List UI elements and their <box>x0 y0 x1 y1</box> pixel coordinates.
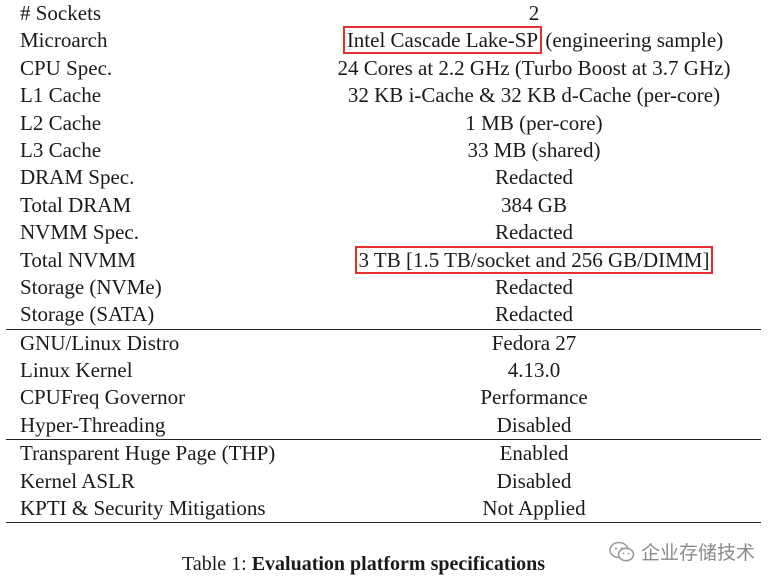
row-value: 3 TB [1.5 TB/socket and 256 GB/DIMM] <box>314 245 754 274</box>
table-row: Hyper-Threading Disabled <box>6 412 761 439</box>
row-label: Microarch <box>20 28 108 53</box>
row-label: L3 Cache <box>20 137 102 162</box>
table-row: Kernel ASLR Disabled <box>6 468 761 495</box>
row-label: L2 Cache <box>20 110 102 135</box>
table-row: Microarch Intel Cascade Lake-SP (enginee… <box>6 26 761 55</box>
row-value: Redacted <box>494 165 574 190</box>
table-row: GNU/Linux Distro Fedora 27 <box>6 330 761 357</box>
row-value: Disabled <box>496 468 572 493</box>
kernel-config-section: Transparent Huge Page (THP) Enabled Kern… <box>6 440 761 524</box>
row-value: 4.13.0 <box>507 358 561 383</box>
table-row: DRAM Spec. Redacted <box>6 164 761 191</box>
table-row: # Sockets 2 <box>6 0 761 27</box>
table-caption: Table 1: Evaluation platform specificati… <box>182 553 545 576</box>
row-value: 33 MB (shared) <box>467 137 601 162</box>
specifications-table: # Sockets 2 Microarch Intel Cascade Lake… <box>6 0 761 524</box>
table-row: L2 Cache 1 MB (per-core) <box>6 110 761 137</box>
row-value: Not Applied <box>482 496 586 521</box>
caption-title: Evaluation platform specifications <box>251 553 546 575</box>
row-label: Linux Kernel <box>20 358 133 383</box>
highlighted-value: 3 TB [1.5 TB/socket and 256 GB/DIMM] <box>354 245 714 274</box>
row-label: # Sockets <box>20 1 102 25</box>
row-value: 384 GB <box>501 192 567 217</box>
os-section: GNU/Linux Distro Fedora 27 Linux Kernel … <box>6 330 761 441</box>
row-value: Performance <box>480 385 588 410</box>
row-label: CPU Spec. <box>20 55 113 80</box>
row-label: Transparent Huge Page (THP) <box>20 441 276 466</box>
row-value: 32 KB i-Cache & 32 KB d-Cache (per-core) <box>347 83 721 108</box>
row-label: Storage (NVMe) <box>20 274 162 299</box>
watermark: 企业存储技术 <box>609 538 755 565</box>
row-label: KPTI & Security Mitigations <box>20 496 266 521</box>
table-row: KPTI & Security Mitigations Not Applied <box>6 495 761 522</box>
row-label: GNU/Linux Distro <box>20 330 180 355</box>
table-row: Storage (SATA) Redacted <box>6 301 761 328</box>
highlighted-value: Intel Cascade Lake-SP <box>342 26 543 55</box>
table-row: L3 Cache 33 MB (shared) <box>6 137 761 164</box>
table-row: Transparent Huge Page (THP) Enabled <box>6 440 761 467</box>
row-label: Storage (SATA) <box>20 302 155 327</box>
row-label: L1 Cache <box>20 83 102 108</box>
caption-prefix: Table 1: <box>182 553 252 575</box>
row-label: Kernel ASLR <box>20 468 135 493</box>
table-row: NVMM Spec. Redacted <box>6 219 761 246</box>
row-label: DRAM Spec. <box>20 165 135 190</box>
row-value: 2 <box>528 1 540 25</box>
table-row: Linux Kernel 4.13.0 <box>6 357 761 384</box>
table-row: CPUFreq Governor Performance <box>6 384 761 411</box>
row-value: Redacted <box>494 220 574 245</box>
row-label: CPUFreq Governor <box>20 385 186 410</box>
row-value: Redacted <box>494 274 574 299</box>
row-label: Total NVMM <box>20 247 136 272</box>
row-label: NVMM Spec. <box>20 220 139 245</box>
row-value: Intel Cascade Lake-SP (engineering sampl… <box>314 26 754 55</box>
row-value: Enabled <box>499 441 569 466</box>
row-value: 24 Cores at 2.2 GHz (Turbo Boost at 3.7 … <box>337 55 731 80</box>
table-row: Total NVMM 3 TB [1.5 TB/socket and 256 G… <box>6 245 761 274</box>
table-row: L1 Cache 32 KB i-Cache & 32 KB d-Cache (… <box>6 82 761 109</box>
watermark-text: 企业存储技术 <box>640 542 755 564</box>
row-label: Hyper-Threading <box>20 412 166 437</box>
wechat-icon <box>609 541 635 563</box>
hardware-section: # Sockets 2 Microarch Intel Cascade Lake… <box>6 0 761 330</box>
row-value: Fedora 27 <box>491 330 577 355</box>
row-value: Disabled <box>496 412 572 437</box>
row-label: Total DRAM <box>20 192 132 217</box>
row-value: Redacted <box>494 302 574 327</box>
table-row: CPU Spec. 24 Cores at 2.2 GHz (Turbo Boo… <box>6 55 761 82</box>
table-row: Total DRAM 384 GB <box>6 192 761 219</box>
table-row: Storage (NVMe) Redacted <box>6 274 761 301</box>
value-note: (engineering sample) <box>540 28 724 53</box>
row-value: 1 MB (per-core) <box>465 110 603 135</box>
